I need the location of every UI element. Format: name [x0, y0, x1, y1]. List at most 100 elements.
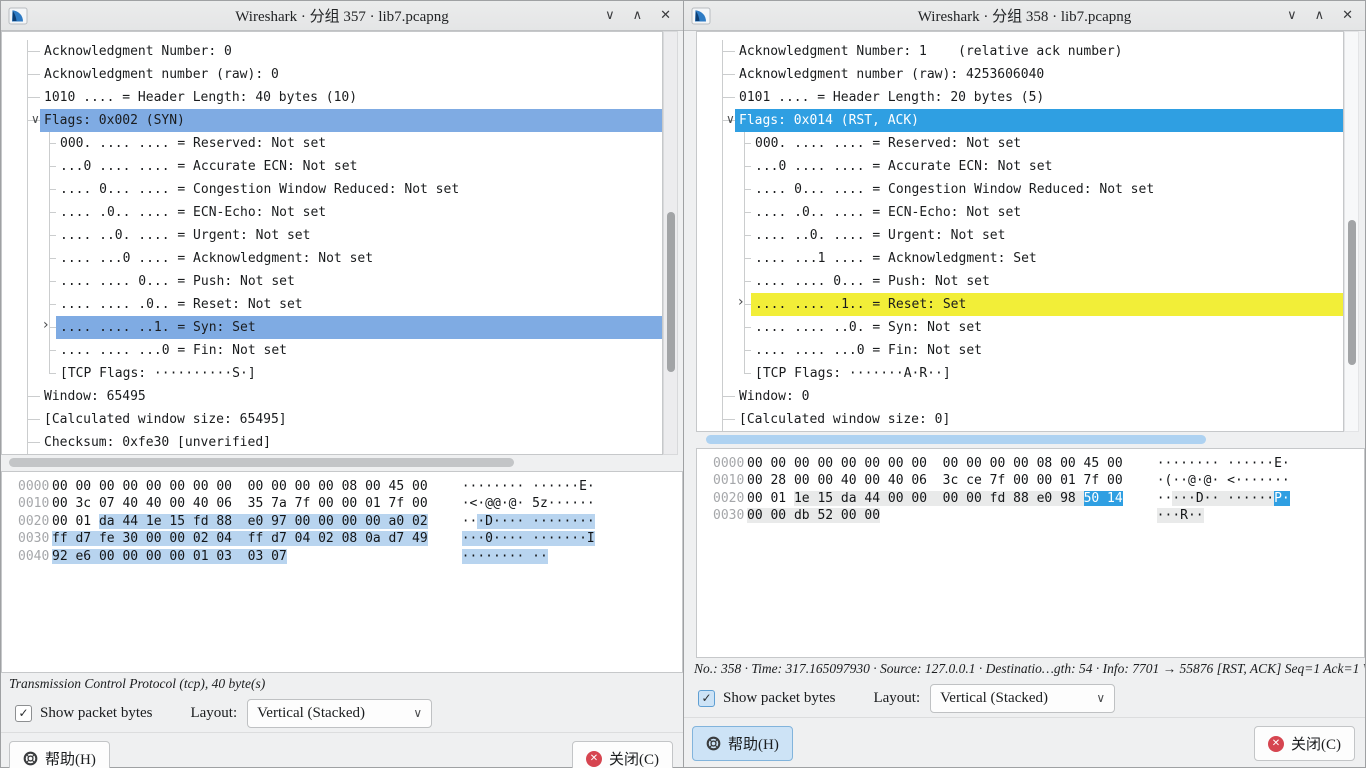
tree-row-tcp-flags-summary[interactable]: [TCP Flags: ··········S·] [2, 362, 662, 385]
tree-row-flags[interactable]: ∨Flags: 0x014 (RST, ACK) [697, 109, 1343, 132]
tree-row-ack-number[interactable]: Acknowledgment Number: 1 (relative ack n… [697, 40, 1343, 63]
tree-row-acknowledgment[interactable]: .... ...0 .... = Acknowledgment: Not set [2, 247, 662, 270]
maximize-icon[interactable]: ∧ [1315, 9, 1325, 22]
tree-row-acknowledgment[interactable]: .... ...1 .... = Acknowledgment: Set [697, 247, 1343, 270]
show-packet-bytes-label: Show packet bytes [40, 705, 152, 722]
tree-row-syn[interactable]: .... .... ..0. = Syn: Not set [697, 316, 1343, 339]
status-text: No.: 358 · Time: 317.165097930 · Source:… [684, 658, 1365, 679]
tree-row-ecn-echo[interactable]: .... .0.. .... = ECN-Echo: Not set [2, 201, 662, 224]
layout-dropdown-value: Vertical (Stacked) [257, 705, 365, 722]
close-button[interactable]: ✕ 关闭(C) [1254, 726, 1355, 761]
packet-detail-tree: Acknowledgment Number: 0 Acknowledgment … [1, 31, 663, 455]
expander-closed-icon[interactable]: › [738, 294, 744, 310]
hex-row[interactable]: 0030ff d7 fe 30 00 00 02 04 ff d7 04 02 … [18, 530, 682, 547]
hex-row[interactable]: 000000 00 00 00 00 00 00 00 00 00 00 00 … [713, 455, 1364, 472]
tree-row-reserved[interactable]: 000. .... .... = Reserved: Not set [697, 132, 1343, 155]
tree-horizontal-scrollbar[interactable] [1, 456, 678, 470]
tree-row-accurate-ecn[interactable]: ...0 .... .... = Accurate ECN: Not set [2, 155, 662, 178]
checkmark-icon: ✓ [701, 692, 711, 704]
tree-row-flags[interactable]: ∨Flags: 0x002 (SYN) [2, 109, 662, 132]
tree-row-header-length[interactable]: 0101 .... = Header Length: 20 bytes (5) [697, 86, 1343, 109]
tree-row-fin[interactable]: .... .... ...0 = Fin: Not set [2, 339, 662, 362]
minimize-icon[interactable]: ∨ [1287, 9, 1297, 22]
tree-row-ack-raw[interactable]: Acknowledgment number (raw): 0 [2, 63, 662, 86]
expander-closed-icon[interactable]: › [43, 317, 49, 333]
help-button-label: 帮助(H) [45, 748, 96, 768]
window-title: Wireshark · 分组 357 · lib7.pcapng [1, 5, 683, 26]
controls-bar: ✓ Show packet bytes Layout: Vertical (St… [684, 679, 1365, 717]
status-text: Transmission Control Protocol (tcp), 40 … [1, 673, 683, 694]
tree-row-window[interactable]: Window: 65495 [2, 385, 662, 408]
tree-row-ecn-echo[interactable]: .... .0.. .... = ECN-Echo: Not set [697, 201, 1343, 224]
desktop: Wireshark · 分组 357 · lib7.pcapng ∨ ∧ ✕ A… [0, 0, 1366, 768]
layout-label: Layout: [190, 705, 237, 722]
close-circle-icon: ✕ [1268, 736, 1284, 752]
tree-row-window[interactable]: Window: 0 [697, 385, 1343, 408]
scrollbar-thumb[interactable] [1348, 220, 1356, 365]
dialog-button-row: 帮助(H) ✕ 关闭(C) [1, 732, 683, 768]
tree-row-checksum-partial[interactable]: Checksum: 0xfe30 [unverified] [2, 431, 662, 454]
help-button[interactable]: 帮助(H) [692, 726, 793, 761]
close-window-icon[interactable]: ✕ [660, 9, 671, 22]
close-window-icon[interactable]: ✕ [1342, 9, 1353, 22]
tree-horizontal-scrollbar[interactable] [696, 433, 1360, 447]
hex-row[interactable]: 003000 00 db 52 00 00···R·· [713, 507, 1364, 524]
help-button-label: 帮助(H) [728, 733, 779, 754]
show-packet-bytes-label: Show packet bytes [723, 690, 835, 707]
close-button[interactable]: ✕ 关闭(C) [572, 741, 673, 768]
scrollbar-thumb[interactable] [667, 212, 675, 372]
tree-row-ack-number[interactable]: Acknowledgment Number: 0 [2, 40, 662, 63]
tree-vertical-scrollbar[interactable] [663, 31, 678, 455]
hex-row[interactable]: 004092 e6 00 00 00 00 01 03 03 07·······… [18, 548, 682, 565]
expander-open-icon[interactable]: ∨ [31, 112, 40, 126]
minimize-icon[interactable]: ∨ [605, 9, 615, 22]
tree-row-accurate-ecn[interactable]: ...0 .... .... = Accurate ECN: Not set [697, 155, 1343, 178]
maximize-icon[interactable]: ∧ [633, 9, 643, 22]
layout-dropdown[interactable]: Vertical (Stacked) ∨ [930, 684, 1115, 713]
help-lifebuoy-icon [706, 736, 721, 751]
hex-row[interactable]: 000000 00 00 00 00 00 00 00 00 00 00 00 … [18, 478, 682, 495]
tree-row-calc-window[interactable]: [Calculated window size: 65495] [2, 408, 662, 431]
tree-row-urgent[interactable]: .... ..0. .... = Urgent: Not set [2, 224, 662, 247]
close-button-label: 关闭(C) [609, 748, 659, 768]
tree-row-fin[interactable]: .... .... ...0 = Fin: Not set [697, 339, 1343, 362]
titlebar[interactable]: Wireshark · 分组 357 · lib7.pcapng ∨ ∧ ✕ [1, 1, 683, 31]
help-button[interactable]: 帮助(H) [9, 741, 110, 768]
hex-row[interactable]: 001000 3c 07 40 40 00 40 06 35 7a 7f 00 … [18, 495, 682, 512]
tree-row-syn[interactable]: ›.... .... ..1. = Syn: Set [2, 316, 662, 339]
tree-row-cwr[interactable]: .... 0... .... = Congestion Window Reduc… [697, 178, 1343, 201]
packet-dialog-357: Wireshark · 分组 357 · lib7.pcapng ∨ ∧ ✕ A… [0, 0, 683, 768]
tree-row-calc-window[interactable]: [Calculated window size: 0] [697, 408, 1343, 431]
tree-vertical-scrollbar[interactable] [1344, 31, 1359, 432]
controls-bar: ✓ Show packet bytes Layout: Vertical (St… [1, 694, 683, 732]
packet-bytes-pane[interactable]: 000000 00 00 00 00 00 00 00 00 00 00 00 … [1, 471, 683, 673]
titlebar[interactable]: Wireshark · 分组 358 · lib7.pcapng ∨ ∧ ✕ [684, 1, 1365, 31]
tree-row-urgent[interactable]: .... ..0. .... = Urgent: Not set [697, 224, 1343, 247]
packet-detail-tree: Acknowledgment Number: 1 (relative ack n… [696, 31, 1344, 432]
packet-dialog-358: Wireshark · 分组 358 · lib7.pcapng ∨ ∧ ✕ A… [683, 0, 1366, 768]
hex-row[interactable]: 002000 01 da 44 1e 15 fd 88 e0 97 00 00 … [18, 513, 682, 530]
expander-open-icon[interactable]: ∨ [726, 112, 735, 126]
layout-dropdown-value: Vertical (Stacked) [940, 690, 1048, 707]
tree-row-push[interactable]: .... .... 0... = Push: Not set [697, 270, 1343, 293]
show-packet-bytes-checkbox[interactable]: ✓ [698, 690, 715, 707]
tree-row-reset[interactable]: ›.... .... .1.. = Reset: Set [697, 293, 1343, 316]
tree-row-cwr[interactable]: .... 0... .... = Congestion Window Reduc… [2, 178, 662, 201]
tree-row-push[interactable]: .... .... 0... = Push: Not set [2, 270, 662, 293]
layout-label: Layout: [873, 690, 920, 707]
tree-row-reserved[interactable]: 000. .... .... = Reserved: Not set [2, 132, 662, 155]
tree-row-reset[interactable]: .... .... .0.. = Reset: Not set [2, 293, 662, 316]
hex-row[interactable]: 001000 28 00 00 40 00 40 06 3c ce 7f 00 … [713, 472, 1364, 489]
tree-row-tcp-flags-summary[interactable]: [TCP Flags: ·······A·R··] [697, 362, 1343, 385]
scrollbar-thumb[interactable] [706, 435, 1206, 444]
tree-row-header-length[interactable]: 1010 .... = Header Length: 40 bytes (10) [2, 86, 662, 109]
close-button-label: 关闭(C) [1291, 733, 1341, 754]
show-packet-bytes-checkbox[interactable]: ✓ [15, 705, 32, 722]
chevron-down-icon: ∨ [1096, 691, 1105, 705]
layout-dropdown[interactable]: Vertical (Stacked)∨ [247, 699, 432, 728]
hex-row[interactable]: 002000 01 1e 15 da 44 00 00 00 00 fd 88 … [713, 490, 1364, 507]
packet-bytes-pane[interactable]: 000000 00 00 00 00 00 00 00 00 00 00 00 … [696, 448, 1365, 658]
close-circle-icon: ✕ [586, 751, 602, 767]
scrollbar-thumb[interactable] [9, 458, 514, 467]
tree-row-ack-raw[interactable]: Acknowledgment number (raw): 4253606040 [697, 63, 1343, 86]
